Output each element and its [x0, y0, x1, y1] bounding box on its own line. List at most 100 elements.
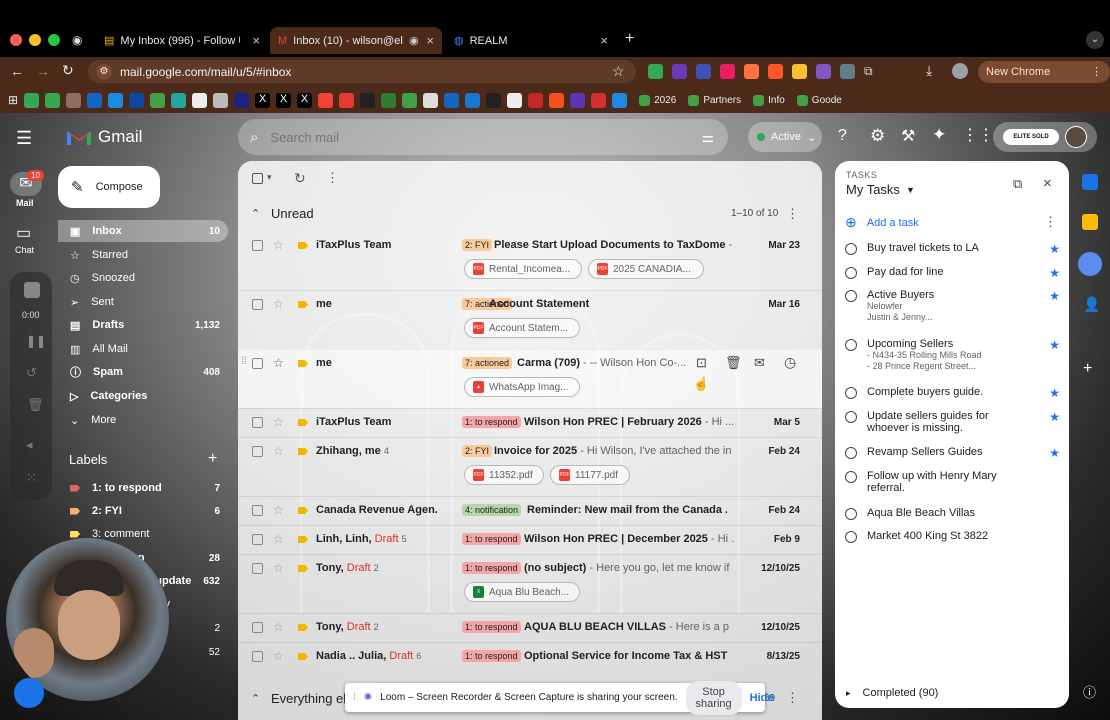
- email-label-chip[interactable]: 2: FYI: [462, 445, 493, 457]
- section-options-icon[interactable]: ⋮: [786, 690, 799, 706]
- importance-marker-icon[interactable]: [298, 419, 308, 426]
- refresh-icon[interactable]: ↻: [294, 170, 306, 187]
- search-filters-icon[interactable]: ⚌: [701, 129, 714, 146]
- more-options-icon[interactable]: ⋮: [326, 170, 339, 186]
- table-row[interactable]: ☆ Linh, Linh, Draft 5 1: to respond Wils…: [238, 525, 822, 554]
- hide-banner-link[interactable]: Hide: [750, 692, 774, 704]
- star-toggle-icon[interactable]: ☆: [273, 532, 284, 546]
- attachment-chip[interactable]: PDF Account Statem...: [464, 318, 580, 338]
- nav-all-mail[interactable]: ▥ All Mail: [58, 338, 228, 360]
- table-row[interactable]: ☆ iTaxPlus Team 1: to respond Wilson Hon…: [238, 408, 822, 437]
- email-label-chip[interactable]: 1: to respond: [462, 621, 521, 633]
- task-star-icon[interactable]: ★: [1049, 446, 1060, 460]
- attachment-chip[interactable]: PDF 11352.pdf: [464, 465, 544, 485]
- task-complete-checkbox[interactable]: [845, 290, 857, 302]
- profile-avatar[interactable]: [952, 63, 968, 79]
- extension-icon[interactable]: [648, 64, 663, 79]
- row-checkbox[interactable]: [252, 358, 263, 369]
- nav-inbox[interactable]: ▣ Inbox 10: [58, 220, 228, 242]
- importance-marker-icon[interactable]: [298, 653, 308, 660]
- apps-grid-icon[interactable]: ⊞: [8, 93, 18, 107]
- task-item[interactable]: Upcoming Sellers - N434-35 Rolling Mills …: [845, 338, 1060, 372]
- close-tab-icon[interactable]: ×: [426, 33, 434, 48]
- bookmark-folder[interactable]: Info: [753, 94, 785, 106]
- bookmark-icon[interactable]: [486, 92, 502, 108]
- bookmark-folder[interactable]: Goode: [796, 94, 842, 106]
- extension-icon[interactable]: [672, 64, 687, 79]
- row-checkbox[interactable]: [252, 417, 263, 428]
- bookmark-icon[interactable]: [360, 92, 376, 108]
- settings-gear-icon[interactable]: ⚙: [870, 126, 885, 146]
- task-complete-checkbox[interactable]: [845, 411, 857, 423]
- row-checkbox[interactable]: [252, 299, 263, 310]
- task-complete-checkbox[interactable]: [845, 531, 857, 543]
- label-item[interactable]: 2: FYI 6: [58, 500, 228, 522]
- stop-recording-icon[interactable]: [24, 282, 40, 298]
- account-switcher[interactable]: ELITE SOLD: [993, 122, 1097, 152]
- stop-sharing-button[interactable]: Stop sharing: [685, 680, 742, 715]
- star-toggle-icon[interactable]: ☆: [273, 561, 284, 575]
- chat-icon[interactable]: ▭: [16, 223, 31, 243]
- table-row[interactable]: ☆ Zhihang, me 4 2: FYI Invoice for 2025 …: [238, 437, 822, 496]
- task-complete-checkbox[interactable]: [845, 471, 857, 483]
- loom-control-button[interactable]: [14, 678, 44, 708]
- collapse-section-icon[interactable]: ⌃: [251, 207, 260, 220]
- tab-inbox[interactable]: M Inbox (10) - wilson@elite... ◉ ×: [270, 27, 442, 54]
- add-addon-icon[interactable]: +: [1083, 360, 1092, 378]
- main-menu-icon[interactable]: ☰: [16, 128, 32, 149]
- attachment-chip[interactable]: PDF Rental_Incomea...: [464, 259, 582, 279]
- star-toggle-icon[interactable]: ☆: [273, 444, 284, 458]
- maximize-window-button[interactable]: [48, 34, 60, 46]
- chrome-update-button[interactable]: New Chrome available ⋮: [978, 61, 1110, 100]
- bookmark-icon[interactable]: [591, 92, 607, 108]
- new-tab-icon[interactable]: +: [625, 30, 634, 48]
- star-toggle-icon[interactable]: ☆: [273, 649, 284, 663]
- bookmark-icon[interactable]: [24, 92, 40, 108]
- bookmark-icon[interactable]: [150, 92, 166, 108]
- email-label-chip[interactable]: 4: notification: [462, 504, 522, 516]
- attachment-chip[interactable]: ▲ WhatsApp Imag...: [464, 377, 580, 397]
- bookmark-icon[interactable]: [612, 92, 628, 108]
- section-everything-title[interactable]: Everything els: [271, 691, 353, 706]
- close-tab-icon[interactable]: ×: [600, 33, 608, 48]
- gemini-icon[interactable]: ✦: [932, 125, 946, 145]
- nav-categories[interactable]: ▷ Categories: [58, 385, 228, 407]
- attachment-chip[interactable]: PDF 2025 CANADIA...: [588, 259, 704, 279]
- attachment-chip[interactable]: PDF 11177.pdf: [550, 465, 630, 485]
- drag-handle-icon[interactable]: ⁞⁞: [241, 356, 247, 367]
- nav-snoozed[interactable]: ◷ Snoozed: [58, 267, 228, 289]
- bookmark-icon[interactable]: [87, 92, 103, 108]
- table-row[interactable]: ⁞⁞ ☆ me 7: actioned Carma (709) - -- Wil…: [238, 349, 822, 408]
- email-label-chip[interactable]: 1: to respond: [462, 650, 521, 662]
- download-icon[interactable]: ⤓: [926, 62, 932, 79]
- tab-follow-up[interactable]: ▤ My Inbox (996) - Follow Up B ×: [96, 27, 268, 54]
- search-icon[interactable]: ⌕: [250, 129, 258, 146]
- maps-icon[interactable]: [339, 92, 355, 108]
- bookmark-icon[interactable]: [402, 92, 418, 108]
- email-label-chip[interactable]: 1: to respond: [462, 416, 521, 428]
- nav-more[interactable]: ⌄ More: [58, 409, 228, 431]
- forward-icon[interactable]: →: [36, 63, 50, 79]
- task-item[interactable]: Buy travel tickets to LA ★: [845, 242, 1060, 256]
- select-dropdown-icon[interactable]: ▾: [267, 172, 272, 183]
- row-checkbox[interactable]: [252, 505, 263, 516]
- bookmark-icon[interactable]: [465, 92, 481, 108]
- nav-drafts[interactable]: ▤ Drafts 1,132: [58, 314, 228, 336]
- bookmark-icon[interactable]: [66, 92, 82, 108]
- close-tab-icon[interactable]: ×: [252, 33, 260, 48]
- task-item[interactable]: Revamp Sellers Guides ★: [845, 446, 1060, 460]
- task-item[interactable]: Aqua Ble Beach Villas: [845, 507, 1060, 520]
- extension-icon[interactable]: [696, 64, 711, 79]
- task-complete-checkbox[interactable]: [845, 508, 857, 520]
- importance-marker-icon[interactable]: [298, 536, 308, 543]
- collapse-section-icon[interactable]: ⌃: [251, 692, 260, 705]
- row-checkbox[interactable]: [252, 534, 263, 545]
- status-dropdown[interactable]: Active ⌄: [748, 122, 822, 152]
- importance-marker-icon[interactable]: [298, 301, 308, 308]
- bookmark-icon[interactable]: [528, 92, 544, 108]
- bookmark-icon[interactable]: [213, 92, 229, 108]
- extension-icon[interactable]: [744, 64, 759, 79]
- importance-marker-icon[interactable]: [298, 507, 308, 514]
- tab-search-icon[interactable]: ⌄: [1086, 31, 1104, 49]
- keep-icon[interactable]: [1082, 214, 1098, 230]
